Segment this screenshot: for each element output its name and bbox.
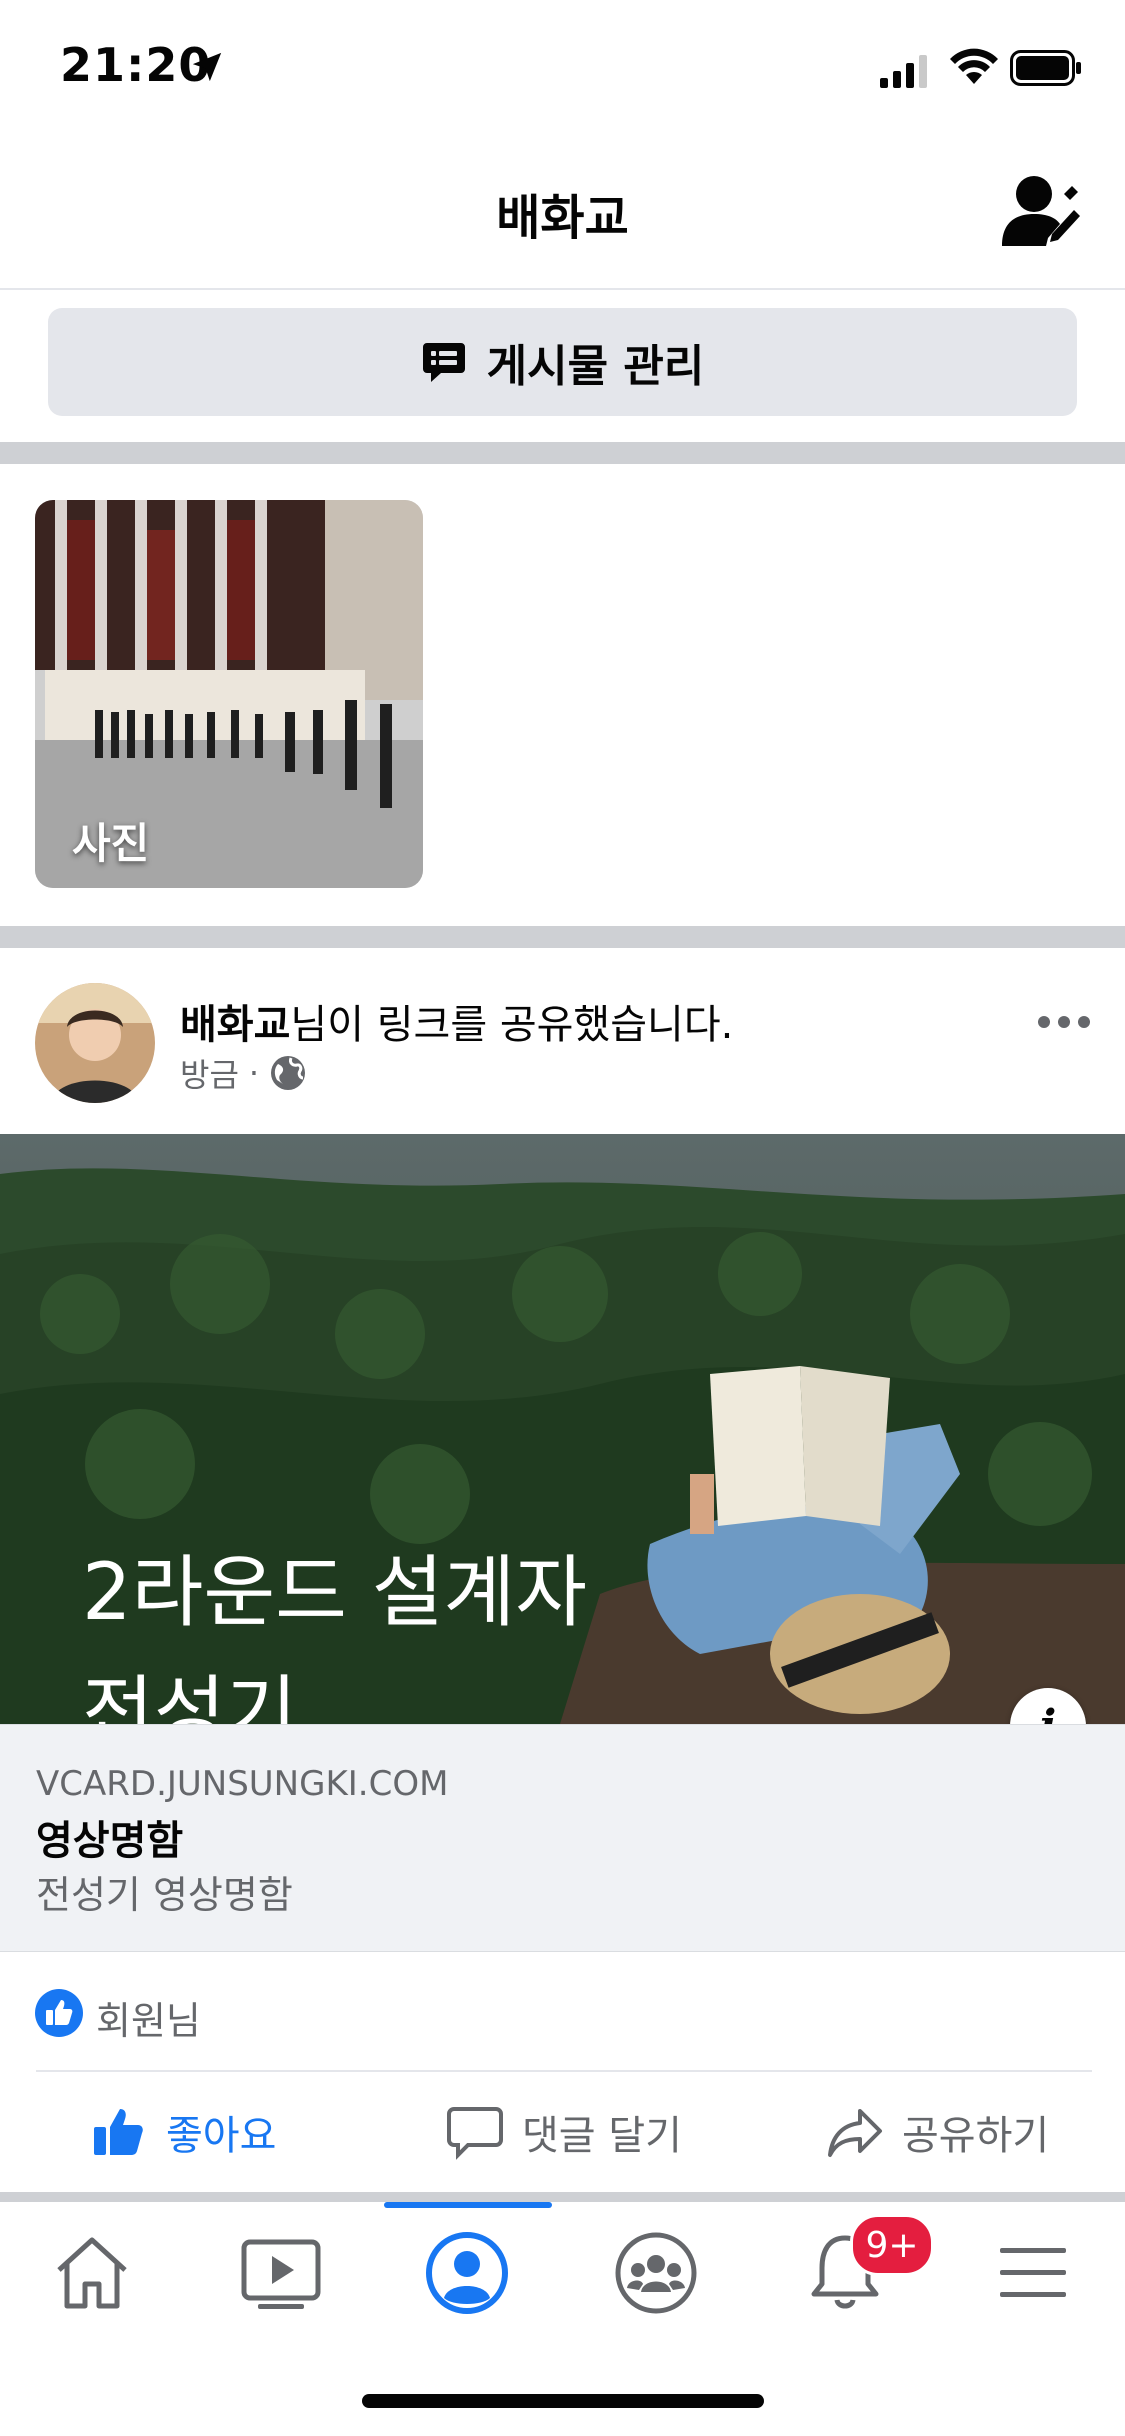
post-timestamp[interactable]: 방금 — [180, 1050, 239, 1096]
avatar-image — [35, 983, 155, 1103]
section-divider — [0, 2192, 1125, 2202]
section-divider — [0, 926, 1125, 948]
share-button[interactable]: 공유하기 — [826, 2090, 1049, 2174]
globe-icon — [271, 1056, 306, 1090]
active-tab-indicator — [384, 2202, 552, 2208]
header-divider — [0, 288, 1125, 290]
like-reaction-icon[interactable] — [34, 1988, 84, 2038]
more-options-icon[interactable] — [1036, 1012, 1092, 1032]
meta-separator: · — [248, 1054, 260, 1092]
photos-card-label: 사진 — [72, 819, 150, 868]
share-label: 공유하기 — [902, 2113, 1050, 2159]
actions-divider — [36, 2070, 1092, 2072]
battery-icon — [1010, 50, 1081, 86]
page-title: 배화교 — [496, 190, 629, 246]
groups-icon[interactable] — [611, 2228, 701, 2318]
link-description: 전성기 영상명함 — [36, 1873, 293, 1917]
menu-icon[interactable] — [990, 2228, 1080, 2318]
manage-posts-button[interactable]: 게시물 관리 — [48, 308, 1077, 416]
cellular-signal-icon — [880, 55, 927, 88]
avatar[interactable] — [35, 983, 155, 1103]
post-meta: 방금 · — [180, 1050, 307, 1096]
post-action-text: 님이 링크를 공유했습니다. — [290, 1002, 734, 1048]
like-label: 좋아요 — [166, 2113, 277, 2159]
notification-badge: 9+ — [850, 2214, 934, 2276]
home-indicator — [362, 2394, 764, 2408]
comment-icon — [447, 2107, 503, 2160]
status-time: 21:20 — [60, 38, 212, 92]
profile-icon[interactable] — [422, 2228, 512, 2318]
comment-label: 댓글 달기 — [522, 2113, 682, 2159]
home-icon[interactable] — [47, 2228, 137, 2318]
watch-icon[interactable] — [236, 2228, 326, 2318]
link-domain: VCARD.JUNSUNGKI.COM — [36, 1764, 449, 1804]
post-headline: 배화교님이 링크를 공유했습니다. — [180, 992, 733, 1050]
link-image-headline-line1: 2라운드 설계자 — [82, 1548, 587, 1638]
manage-posts-label: 게시물 관리 — [486, 341, 705, 392]
section-divider — [0, 442, 1125, 464]
reactions-summary[interactable]: 회원님 — [96, 1990, 201, 2045]
thumbs-up-icon — [94, 2109, 143, 2155]
like-button[interactable]: 좋아요 — [90, 2090, 276, 2174]
wifi-icon — [950, 48, 998, 84]
link-title: 영상명함 — [36, 1818, 184, 1864]
comment-button[interactable]: 댓글 달기 — [446, 2090, 682, 2174]
post-author-name[interactable]: 배화교 — [180, 1002, 290, 1048]
location-arrow-icon — [192, 52, 222, 82]
chat-list-icon — [422, 343, 465, 382]
share-arrow-icon — [828, 2109, 882, 2157]
edit-profile-icon[interactable] — [1000, 172, 1080, 248]
